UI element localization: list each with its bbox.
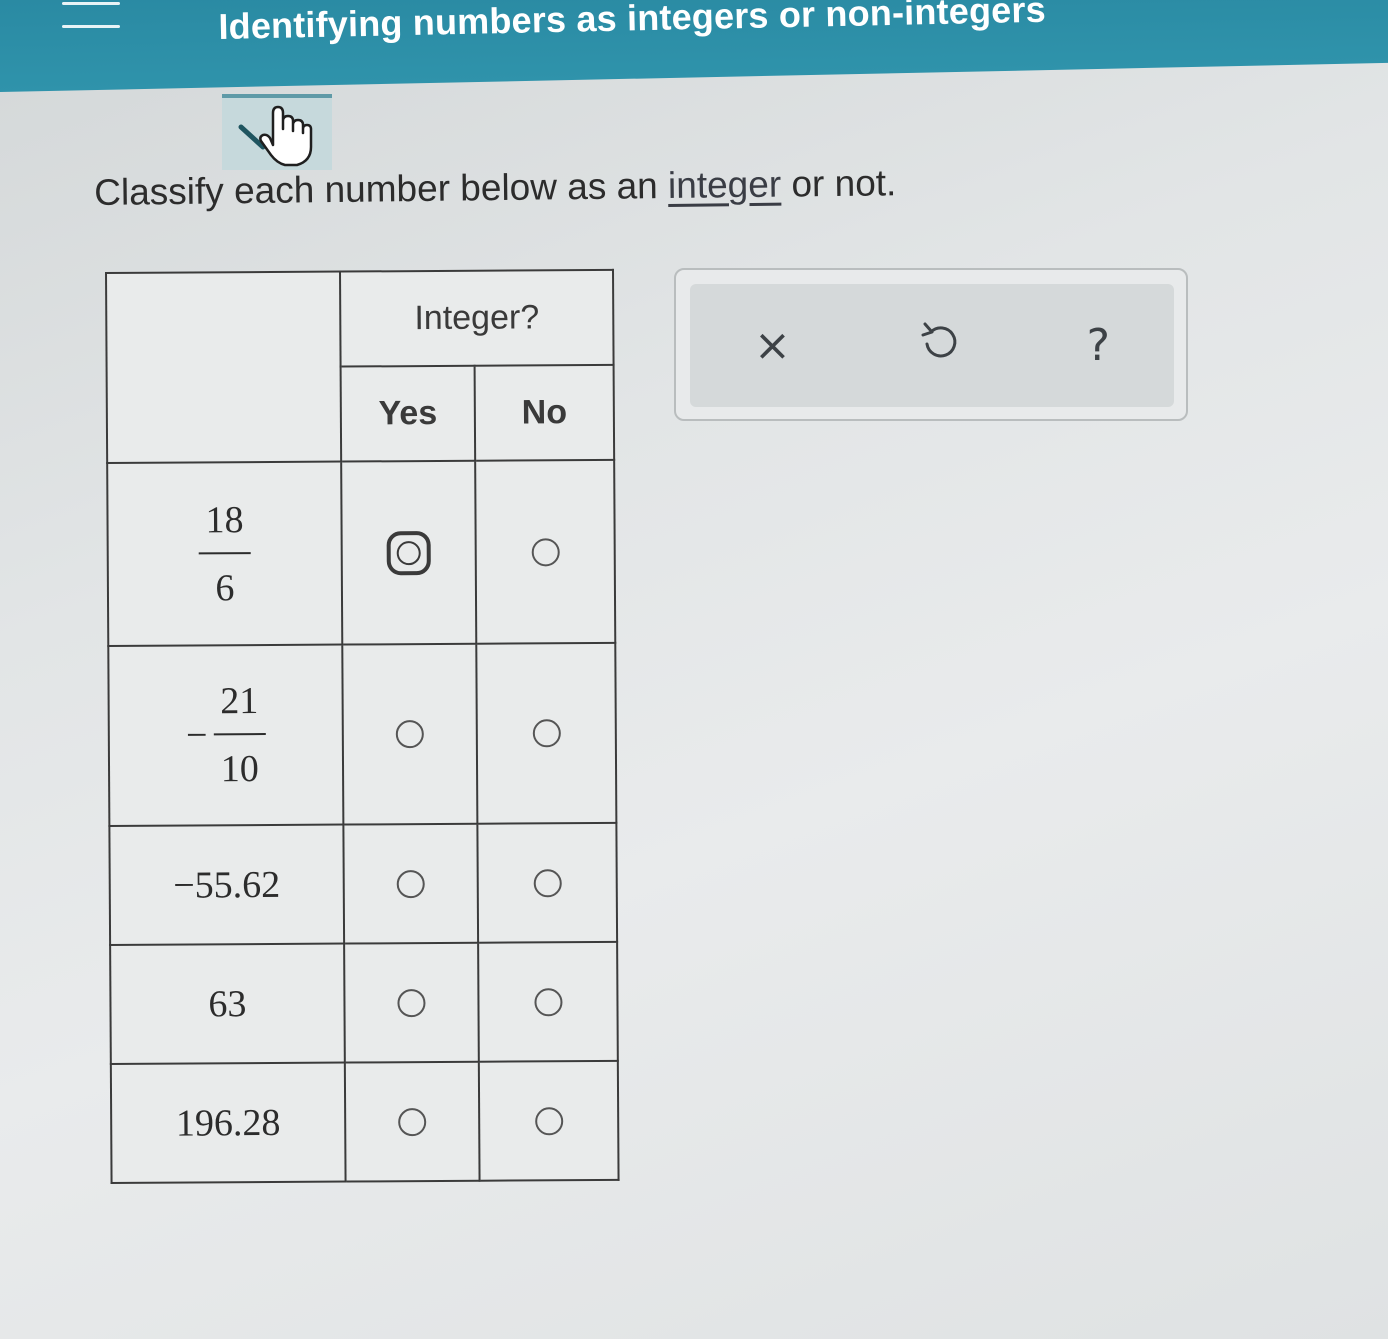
undo-icon (921, 322, 957, 357)
integer-group-header: Integer? (340, 269, 614, 367)
question-prefix: Classify each number below as an (94, 164, 669, 213)
radio-yes[interactable] (398, 1107, 427, 1136)
answer-toolbox: × ? (674, 268, 1188, 421)
question-suffix: or not. (780, 162, 897, 205)
denominator: 6 (215, 566, 235, 609)
radio-no[interactable] (533, 868, 562, 897)
radio-yes[interactable] (396, 869, 425, 898)
corner-cell (106, 271, 342, 463)
minus-sign: − (185, 714, 208, 757)
number-cell: 196.28 (110, 1062, 346, 1183)
yes-cell (342, 643, 478, 825)
no-cell (477, 822, 618, 943)
table-row: 18 6 (107, 459, 616, 646)
integer-definition-link[interactable]: integer (668, 164, 782, 206)
fraction-bar (213, 733, 266, 736)
column-header-yes: Yes (340, 365, 476, 462)
yes-cell (344, 1061, 480, 1182)
fraction: − 21 10 (186, 679, 266, 791)
radio-no[interactable] (532, 719, 561, 748)
menu-icon[interactable] (62, 0, 120, 28)
help-button[interactable]: ? (1087, 323, 1110, 368)
yes-cell (341, 460, 477, 645)
number-cell: −55.62 (109, 824, 345, 945)
table-row: 63 (110, 941, 618, 1064)
pointer-hand-icon (238, 105, 313, 167)
radio-no[interactable] (533, 987, 563, 1016)
radio-no[interactable] (531, 537, 560, 566)
number-cell: 63 (110, 943, 345, 1064)
numerator: 18 (205, 498, 244, 541)
radio-yes[interactable] (395, 720, 424, 749)
column-header-no: No (474, 364, 615, 461)
no-cell (476, 642, 617, 824)
table-row: −55.62 (109, 822, 618, 945)
table-row: − 21 10 (108, 642, 617, 826)
no-cell (478, 1060, 619, 1181)
undo-button[interactable] (919, 320, 959, 372)
number-cell: − 21 10 (108, 644, 344, 826)
toolbox-buttons: × ? (690, 284, 1174, 407)
denominator: 10 (220, 748, 259, 791)
question-text: Classify each number below as an integer… (94, 162, 897, 214)
no-cell (475, 459, 616, 644)
radio-yes[interactable] (397, 988, 426, 1017)
fraction: 18 6 (198, 498, 251, 610)
no-cell (478, 941, 618, 1062)
yes-cell (343, 823, 479, 944)
classification-table: Integer? Yes No 18 6 − 21 10 −55.62 63 1… (105, 268, 620, 1184)
explanation-tab[interactable] (222, 94, 332, 170)
radio-yes-selected[interactable] (386, 530, 431, 575)
table-row: 196.28 (110, 1060, 619, 1183)
radio-no[interactable] (534, 1106, 563, 1135)
fraction-bar (198, 551, 251, 554)
yes-cell (344, 942, 479, 1063)
numerator: 21 (220, 680, 259, 723)
number-cell: 18 6 (107, 461, 343, 646)
clear-button[interactable]: × (754, 323, 791, 368)
